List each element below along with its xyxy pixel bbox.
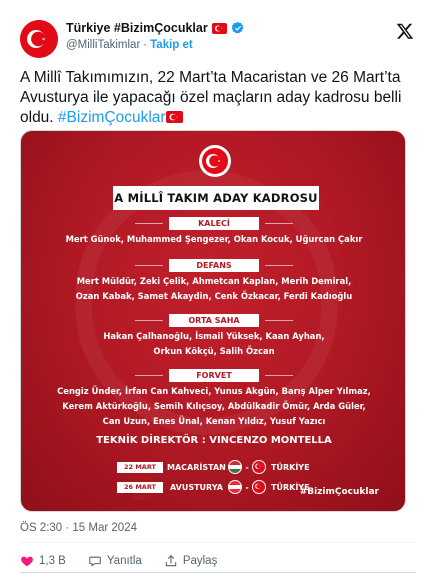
match-date: 22 MART CUMA xyxy=(117,461,163,482)
match-separator: - xyxy=(245,462,249,472)
share-label: Paylaş xyxy=(182,555,218,567)
next-section-edge xyxy=(20,572,416,578)
squad-poster-image[interactable]: ◯ A MİLLÎ TAKIM ADAY KADROSU KALECİ Mert… xyxy=(20,130,406,512)
share-button[interactable]: Paylaş xyxy=(164,554,218,568)
x-logo-icon[interactable] xyxy=(396,22,414,40)
austria-flag-icon xyxy=(228,480,242,494)
poster-title: A MİLLÎ TAKIM ADAY KADROSU xyxy=(113,186,319,210)
account-avatar[interactable] xyxy=(20,20,58,58)
tweet-timestamp[interactable]: ÖS 2:30 · 15 Mar 2024 xyxy=(20,522,137,534)
account-name-row: Türkiye #BizimÇocuklar xyxy=(66,21,245,35)
turkey-flag-icon xyxy=(252,480,266,494)
match-row: 26 MART SALI AVUSTURYA - TÜRKİYE xyxy=(117,480,310,502)
player-line: Mert Müldür, Zeki Çelik, Ahmetcan Kaplan… xyxy=(76,276,352,286)
turkish-flag-icon xyxy=(20,20,58,58)
turkey-flag-icon xyxy=(252,460,266,474)
match-separator: - xyxy=(245,482,249,492)
tweet-text: A Millî Takımımızın, 22 Mart’ta Macarist… xyxy=(20,68,420,128)
match-opponent: MACARİSTAN xyxy=(167,462,226,472)
poster-hashtag: #BizimÇocuklar xyxy=(299,487,379,497)
match-row: 22 MART CUMA MACARİSTAN - TÜRKİYE xyxy=(117,460,310,482)
player-line: Orkun Kökçü, Salih Özcan xyxy=(153,346,275,356)
like-count: 1,3 B xyxy=(39,555,66,567)
hungary-flag-icon xyxy=(228,460,242,474)
share-icon xyxy=(165,555,177,567)
section-label-goalkeepers: KALECİ xyxy=(135,217,293,230)
player-line: Cengiz Ünder, İrfan Can Kahveci, Yunus A… xyxy=(57,386,371,396)
player-line: Can Uzun, Enes Ünal, Kenan Yıldız, Yusuf… xyxy=(102,416,326,426)
section-label-midfielders: ORTA SAHA xyxy=(135,314,293,327)
player-line: Kerem Aktürkoğlu, Semih Kılıçsoy, Abdülk… xyxy=(62,401,366,411)
match-home-team: TÜRKİYE xyxy=(271,462,310,472)
head-coach: TEKNİK DİREKTÖR : VINCENZO MONTELLA xyxy=(96,435,332,446)
players-midfielders: Hakan Çalhanoğlu, İsmail Yüksek, Kaan Ay… xyxy=(51,329,377,359)
reply-label: Yanıtla xyxy=(106,555,142,567)
players-forwards: Cengiz Ünder, İrfan Can Kahveci, Yunus A… xyxy=(51,384,377,429)
hashtag-link[interactable]: #BizimÇocuklar xyxy=(58,109,166,126)
verified-badge-icon xyxy=(231,21,244,34)
account-handle[interactable]: @MilliTakimlar xyxy=(66,39,140,51)
tweet-card: Türkiye #BizimÇocuklar @MilliTakimlar · Ta… xyxy=(0,0,436,578)
account-handle-row: @MilliTakimlar · Takip et xyxy=(66,39,193,51)
turkish-flag-icon xyxy=(165,111,183,123)
turkish-flag-icon xyxy=(211,22,227,34)
player-line: Mert Günok, Muhammed Şengezer, Okan Kocu… xyxy=(65,234,363,244)
separator-dot: · xyxy=(143,39,148,51)
heart-icon xyxy=(21,556,33,567)
reply-icon xyxy=(89,556,101,567)
reply-button[interactable]: Yanıtla xyxy=(88,554,142,568)
player-line: Hakan Çalhanoğlu, İsmail Yüksek, Kaan Ay… xyxy=(103,331,325,341)
match-opponent: AVUSTURYA xyxy=(170,482,223,492)
divider xyxy=(20,542,416,543)
section-label-defenders: DEFANS xyxy=(135,259,293,272)
section-label-forwards: FORVET xyxy=(135,369,293,382)
tff-emblem-icon xyxy=(199,145,231,177)
like-button[interactable]: 1,3 B xyxy=(20,554,66,568)
follow-button[interactable]: Takip et xyxy=(150,39,193,51)
players-goalkeepers: Mert Günok, Muhammed Şengezer, Okan Kocu… xyxy=(51,232,377,247)
account-name[interactable]: Türkiye #BizimÇocuklar xyxy=(66,21,208,35)
player-line: Ozan Kabak, Samet Akaydin, Cenk Özkacar,… xyxy=(75,291,353,301)
action-bar: 1,3 B Yanıtla Paylaş xyxy=(20,554,239,568)
players-defenders: Mert Müldür, Zeki Çelik, Ahmetcan Kaplan… xyxy=(51,274,377,304)
match-date: 26 MART SALI xyxy=(117,481,163,502)
